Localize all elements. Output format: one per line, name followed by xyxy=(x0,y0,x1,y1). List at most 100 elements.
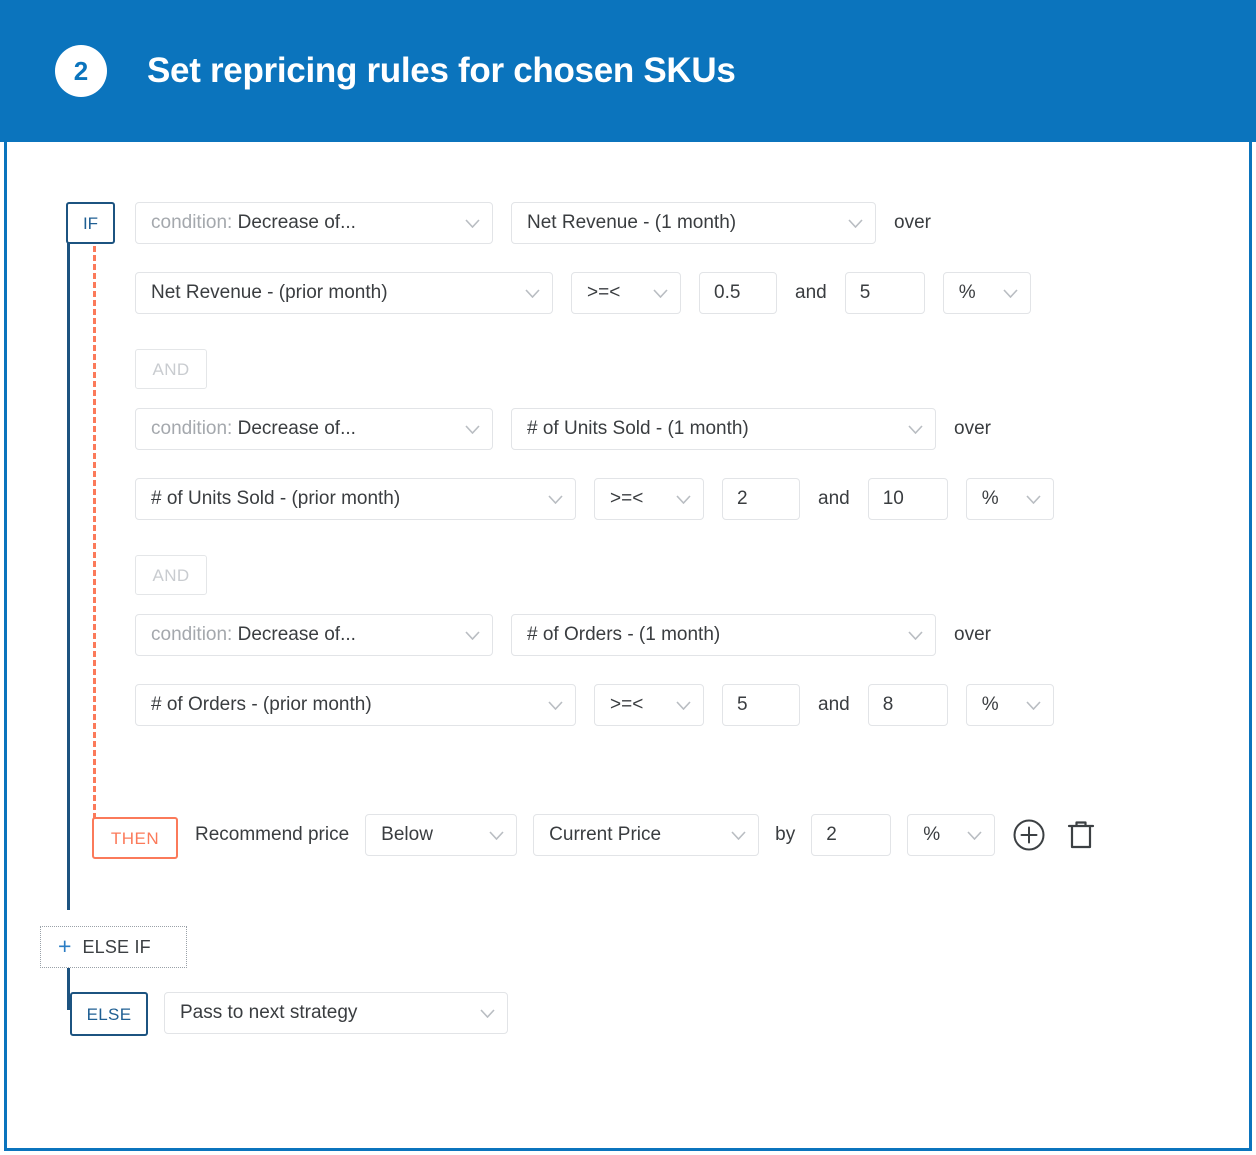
price-unit-select[interactable]: % xyxy=(907,814,996,856)
operator-value-1: >=< xyxy=(587,282,621,303)
metric-prior-select-2[interactable]: # of Units Sold - (prior month) xyxy=(135,478,576,520)
and-label-2: and xyxy=(818,488,850,509)
else-badge[interactable]: ELSE xyxy=(70,992,148,1036)
then-badge[interactable]: THEN xyxy=(92,817,178,859)
chevron-down-icon xyxy=(465,630,480,640)
condition-select-prefix-1: condition: xyxy=(151,212,233,233)
chevron-down-icon xyxy=(480,1008,495,1018)
metric-prior-select-1[interactable]: Net Revenue - (prior month) xyxy=(135,272,553,314)
operator-select-2[interactable]: >=< xyxy=(594,478,704,520)
trash-icon[interactable] xyxy=(1063,817,1099,853)
metric-current-select-3[interactable]: # of Orders - (1 month) xyxy=(511,614,936,656)
and-badge-1[interactable]: AND xyxy=(135,349,207,389)
unit-value-1: % xyxy=(958,282,976,303)
value-max-input-3[interactable]: 8 xyxy=(867,684,948,726)
step-number-badge: 2 xyxy=(55,45,107,97)
condition-select-value-2: Decrease of... xyxy=(237,418,356,439)
else-action-row: Pass to next strategy xyxy=(164,992,508,1034)
over-label-1: over xyxy=(894,212,931,233)
over-label-2: over xyxy=(954,418,991,439)
unit-value-2: % xyxy=(981,488,999,509)
chevron-down-icon xyxy=(489,830,504,840)
metric-prior-value-3: # of Orders - (prior month) xyxy=(151,694,372,715)
condition-type-select-1[interactable]: condition: Decrease of... xyxy=(135,202,493,244)
operator-select-3[interactable]: >=< xyxy=(594,684,704,726)
metric-current-value-1: Net Revenue - (1 month) xyxy=(527,212,737,233)
condition-select-value-3: Decrease of... xyxy=(237,624,356,645)
metric-prior-select-3[interactable]: # of Orders - (prior month) xyxy=(135,684,576,726)
chevron-down-icon xyxy=(1026,700,1041,710)
unit-select-2[interactable]: % xyxy=(965,478,1054,520)
price-direction-value: Below xyxy=(381,824,433,845)
by-label: by xyxy=(775,824,796,845)
metric-current-select-2[interactable]: # of Units Sold - (1 month) xyxy=(511,408,936,450)
rule-builder-card: IF condition: Decrease of... Net Revenue… xyxy=(4,142,1252,1151)
chevron-down-icon xyxy=(967,830,982,840)
condition-row-3-bottom: # of Orders - (prior month) >=< 5 and 8 … xyxy=(135,684,1054,726)
rule-builder: IF condition: Decrease of... Net Revenue… xyxy=(7,142,1249,1148)
condition-type-select-3[interactable]: condition: Decrease of... xyxy=(135,614,493,656)
chevron-down-icon xyxy=(548,494,563,504)
chevron-down-icon xyxy=(548,700,563,710)
condition-row-1-top: condition: Decrease of... Net Revenue - … xyxy=(135,202,931,244)
unit-value-3: % xyxy=(981,694,999,715)
condition-select-prefix-3: condition: xyxy=(151,624,233,645)
chevron-down-icon xyxy=(848,218,863,228)
then-action-label: Recommend price xyxy=(195,824,350,845)
metric-prior-value-1: Net Revenue - (prior month) xyxy=(151,282,388,303)
chevron-down-icon xyxy=(1003,288,1018,298)
operator-select-1[interactable]: >=< xyxy=(571,272,681,314)
chevron-down-icon xyxy=(1026,494,1041,504)
condition-type-select-2[interactable]: condition: Decrease of... xyxy=(135,408,493,450)
and-label-3: and xyxy=(818,694,850,715)
chevron-down-icon xyxy=(676,494,691,504)
value-min-input-2[interactable]: 2 xyxy=(722,478,800,520)
else-action-value: Pass to next strategy xyxy=(180,1002,358,1023)
condition-select-value-1: Decrease of... xyxy=(237,212,356,233)
plus-circle-icon[interactable] xyxy=(1011,817,1047,853)
chevron-down-icon xyxy=(676,700,691,710)
chevron-down-icon xyxy=(465,218,480,228)
chevron-down-icon xyxy=(908,424,923,434)
value-max-input-1[interactable]: 5 xyxy=(844,272,925,314)
operator-value-2: >=< xyxy=(610,488,644,509)
else-action-select[interactable]: Pass to next strategy xyxy=(164,992,508,1034)
over-label-3: over xyxy=(954,624,991,645)
chevron-down-icon xyxy=(525,288,540,298)
chevron-down-icon xyxy=(908,630,923,640)
unit-select-1[interactable]: % xyxy=(942,272,1031,314)
value-max-input-2[interactable]: 10 xyxy=(867,478,948,520)
condition-row-1-bottom: Net Revenue - (prior month) >=< 0.5 and … xyxy=(135,272,1031,314)
page-header: 2 Set repricing rules for chosen SKUs xyxy=(0,0,1256,142)
chevron-down-icon xyxy=(731,830,746,840)
condition-group-dashed-connector xyxy=(93,237,96,837)
price-reference-select[interactable]: Current Price xyxy=(533,814,760,856)
if-badge[interactable]: IF xyxy=(66,202,115,244)
add-else-if-label: ELSE IF xyxy=(82,936,151,957)
value-min-input-1[interactable]: 0.5 xyxy=(699,272,777,314)
condition-select-prefix-2: condition: xyxy=(151,418,233,439)
value-min-input-3[interactable]: 5 xyxy=(722,684,800,726)
price-reference-value: Current Price xyxy=(549,824,662,845)
page-title: Set repricing rules for chosen SKUs xyxy=(147,51,736,90)
condition-row-2-bottom: # of Units Sold - (prior month) >=< 2 an… xyxy=(135,478,1054,520)
metric-current-value-3: # of Orders - (1 month) xyxy=(527,624,721,645)
chevron-down-icon xyxy=(465,424,480,434)
condition-row-3-top: condition: Decrease of... # of Orders - … xyxy=(135,614,991,656)
condition-row-2-top: condition: Decrease of... # of Units Sol… xyxy=(135,408,991,450)
rule-spine-connector xyxy=(67,242,70,910)
repricing-rules-page: 2 Set repricing rules for chosen SKUs IF… xyxy=(0,0,1256,1155)
plus-icon: + xyxy=(58,932,72,959)
price-unit-value: % xyxy=(923,824,941,845)
then-action-row: Recommend price Below Current Price by 2… xyxy=(195,814,1099,856)
operator-value-3: >=< xyxy=(610,694,644,715)
price-amount-input[interactable]: 2 xyxy=(811,814,892,856)
price-direction-select[interactable]: Below xyxy=(365,814,518,856)
and-badge-2[interactable]: AND xyxy=(135,555,207,595)
chevron-down-icon xyxy=(653,288,668,298)
metric-current-select-1[interactable]: Net Revenue - (1 month) xyxy=(511,202,876,244)
add-else-if-button[interactable]: + ELSE IF xyxy=(40,926,187,968)
unit-select-3[interactable]: % xyxy=(965,684,1054,726)
metric-current-value-2: # of Units Sold - (1 month) xyxy=(527,418,749,439)
metric-prior-value-2: # of Units Sold - (prior month) xyxy=(151,488,401,509)
